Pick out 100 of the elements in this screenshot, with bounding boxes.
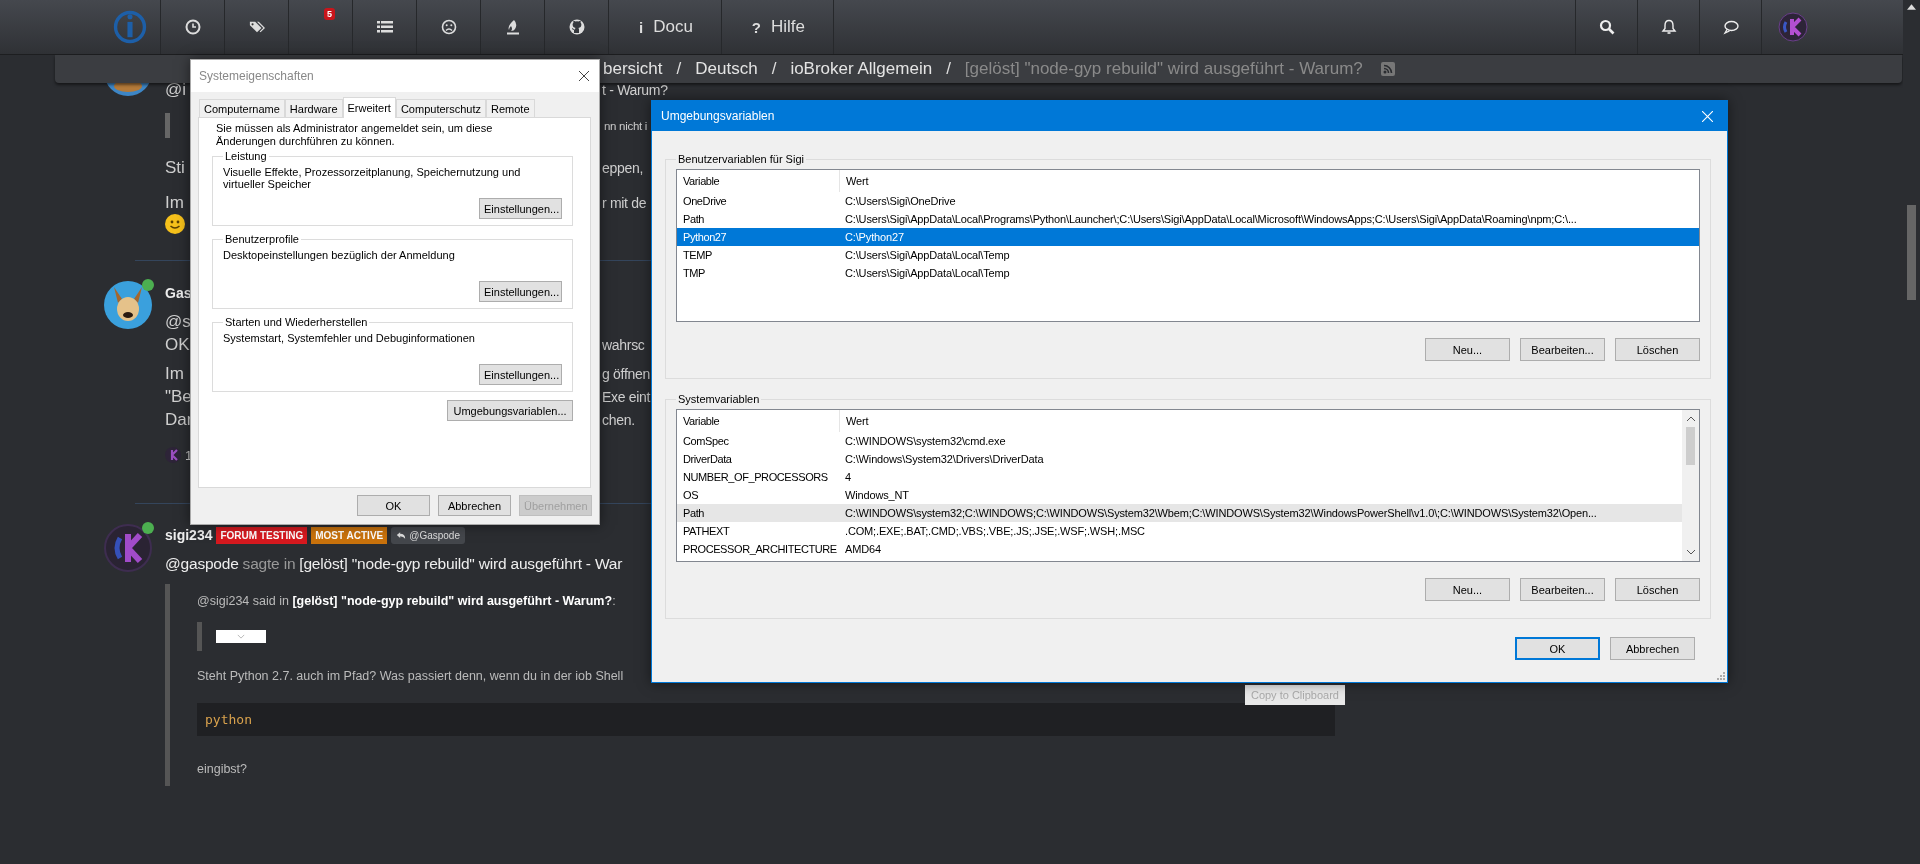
dialog-button[interactable]: OK bbox=[357, 495, 430, 516]
clock-icon[interactable] bbox=[184, 19, 201, 35]
code-block: python bbox=[197, 703, 1335, 736]
close-icon[interactable] bbox=[579, 71, 589, 81]
post-text: r mit de bbox=[602, 194, 647, 211]
post-text: wahrsc bbox=[602, 336, 645, 353]
breadcrumb-link[interactable]: Deutsch bbox=[695, 59, 758, 79]
quote-text: Steht Python 2.7. auch im Pfad? Was passiert denn, wenn du in der iob Shell bbox=[197, 669, 625, 683]
mention-link[interactable]: @gaspode bbox=[165, 555, 239, 573]
list-row[interactable]: OneDrive C:\Users\Sigi\OneDrive bbox=[677, 192, 1699, 210]
group-title: Systemvariablen bbox=[677, 393, 761, 405]
group-description: Visuelle Effekte, Prozessorzeitplanung, Speichernutzung und virtueller Speicher bbox=[223, 166, 522, 190]
list-row[interactable]: DriverData C:\Windows\System32\Drivers\DriverData bbox=[677, 450, 1682, 468]
author-name[interactable]: sigi234 bbox=[165, 527, 213, 543]
list-row[interactable]: PROCESSOR_ARCHITECTURE AMD64 bbox=[677, 540, 1682, 558]
variable-value: C:\WINDOWS\system32\cmd.exe bbox=[844, 435, 1006, 447]
post-text: OK bbox=[165, 334, 190, 354]
author-name[interactable]: Gas bbox=[165, 284, 192, 301]
user-avatar-icon[interactable] bbox=[165, 447, 181, 463]
tab[interactable]: Computername bbox=[199, 99, 285, 117]
variable-name: OS bbox=[682, 489, 700, 501]
column-header[interactable]: Wert bbox=[839, 410, 869, 432]
notification-badge: 5 bbox=[324, 8, 335, 20]
settings-button[interactable]: Einstellungen... bbox=[479, 198, 562, 219]
post-text: Dar bbox=[165, 409, 193, 429]
list-icon[interactable] bbox=[376, 19, 393, 35]
scroll-thumb[interactable] bbox=[1907, 205, 1916, 300]
user-group-badge[interactable]: MOST ACTIVE bbox=[311, 526, 388, 544]
reply-icon bbox=[396, 530, 407, 540]
chat-icon[interactable] bbox=[1722, 19, 1739, 35]
post-text: sagte in bbox=[242, 555, 296, 573]
list-row[interactable]: TEMP C:\Users\Sigi\AppData\Local\Temp bbox=[677, 246, 1699, 264]
variable-name: ComSpec bbox=[682, 435, 730, 447]
breadcrumb-link[interactable]: bersicht bbox=[603, 59, 663, 79]
tab[interactable]: Erweitert bbox=[342, 97, 396, 118]
variable-value: C:\Users\Sigi\OneDrive bbox=[844, 195, 956, 207]
post-text: Sti bbox=[165, 157, 185, 177]
environment-variables-button[interactable]: Umgebungsvariablen... bbox=[447, 400, 573, 421]
post-text: chen. bbox=[602, 411, 635, 428]
list-action-button[interactable]: Neu... bbox=[1425, 338, 1510, 361]
breadcrumb-separator: / bbox=[771, 59, 777, 79]
group-title: Benutzervariablen für Sigi bbox=[677, 153, 805, 165]
bell-icon[interactable] bbox=[1660, 19, 1677, 35]
flame-icon[interactable] bbox=[504, 19, 521, 35]
column-header[interactable]: Variable bbox=[677, 170, 839, 192]
post-text: @s bbox=[165, 311, 191, 331]
breadcrumb-current: [gelöst] "node-gyp rebuild" wird ausgeführt - Warum? bbox=[964, 59, 1363, 79]
list-action-button[interactable]: Löschen bbox=[1615, 578, 1700, 601]
settings-button[interactable]: Einstellungen... bbox=[479, 364, 562, 385]
avatar-icon[interactable] bbox=[104, 524, 152, 572]
list-action-button[interactable]: Löschen bbox=[1615, 338, 1700, 361]
list-row[interactable]: OS Windows_NT bbox=[677, 486, 1682, 504]
rss-icon[interactable] bbox=[1380, 62, 1395, 76]
settings-button[interactable]: Einstellungen... bbox=[479, 281, 562, 302]
nav-link[interactable]: ? Hilfe bbox=[721, 0, 835, 54]
post-text: "Be bbox=[165, 386, 192, 406]
group-title: Leistung bbox=[224, 150, 268, 162]
tab[interactable]: Computerschutz bbox=[395, 99, 486, 117]
list-row[interactable]: NUMBER_OF_PROCESSORS 4 bbox=[677, 468, 1682, 486]
list-row[interactable]: Path C:\WINDOWS\system32;C:\WINDOWS;C:\WINDOWS\System32\Wbem;C:\WINDOWS\System32\WindowsPowerShell\v1.0\;C:\WINDOWS\System32\Open... bbox=[677, 504, 1682, 522]
list-row[interactable]: TMP C:\Users\Sigi\AppData\Local\Temp bbox=[677, 264, 1699, 282]
variable-name: TEMP bbox=[682, 249, 713, 261]
frown-icon[interactable] bbox=[440, 19, 457, 35]
resize-grip-icon[interactable] bbox=[1715, 670, 1725, 680]
list-action-button[interactable]: Bearbeiten... bbox=[1520, 338, 1605, 361]
group-title: Starten und Wiederherstellen bbox=[224, 316, 369, 328]
list-row[interactable]: Path C:\Users\Sigi\AppData\Local\Programs\Python\Launcher\;C:\Users\Sigi\AppData\Local\Microsoft\WindowsApps;C:\Users\Sigi\AppData\Roaming\npm;C:\... bbox=[677, 210, 1699, 228]
topic-link[interactable]: [gelöst] "node-gyp rebuild" wird ausgeführt - War bbox=[299, 555, 623, 573]
list-row[interactable]: ComSpec C:\WINDOWS\system32\cmd.exe bbox=[677, 432, 1682, 450]
column-header[interactable]: Variable bbox=[677, 410, 839, 432]
list-row[interactable]: Python27 C:\Python27 bbox=[677, 228, 1699, 246]
avatar-icon[interactable] bbox=[104, 82, 152, 96]
dialog-button[interactable]: Abbrechen bbox=[438, 495, 511, 516]
user-group-badge[interactable]: FORUM TESTING bbox=[216, 526, 308, 544]
tab[interactable]: Hardware bbox=[284, 99, 343, 117]
tab[interactable]: Remote bbox=[486, 99, 535, 117]
dialog-button[interactable]: Abbrechen bbox=[1610, 637, 1695, 660]
column-header[interactable]: Wert bbox=[839, 170, 869, 192]
tags-icon[interactable] bbox=[248, 19, 265, 35]
variable-name: Path bbox=[682, 507, 706, 519]
breadcrumb-link[interactable]: ioBroker Allgemein bbox=[790, 59, 933, 79]
search-icon[interactable] bbox=[1598, 19, 1615, 35]
scroll-up-arrow-icon[interactable] bbox=[1907, 4, 1916, 10]
list-action-button[interactable]: Neu... bbox=[1425, 578, 1510, 601]
group-title: Benutzerprofile bbox=[224, 233, 300, 245]
variable-value: C:\Users\Sigi\AppData\Local\Programs\Python\Launcher\;C:\Users\Sigi\AppData\Local\Microsoft\WindowsApps;C:\Users\Sigi\AppData\Roaming\npm;C:\... bbox=[844, 213, 1577, 225]
nav-link[interactable]: i Docu bbox=[609, 0, 722, 54]
list-row[interactable]: PATHEXT .COM;.EXE;.BAT;.CMD;.VBS;.VBE;.JS;.JSE;.WSF;.WSH;.MSC bbox=[677, 522, 1682, 540]
github-icon[interactable] bbox=[568, 19, 585, 35]
list-action-button[interactable]: Bearbeiten... bbox=[1520, 578, 1605, 601]
reply-to-link[interactable]: @Gaspode bbox=[391, 526, 465, 544]
expand-toggle[interactable] bbox=[216, 630, 266, 643]
avatar-icon[interactable] bbox=[104, 281, 152, 329]
dialog-button[interactable]: OK bbox=[1515, 637, 1600, 660]
list-scrollbar[interactable] bbox=[1682, 410, 1699, 561]
avatar-icon[interactable] bbox=[1777, 12, 1808, 42]
post-text: Im bbox=[165, 192, 184, 212]
post-text: g öffnen bbox=[602, 365, 650, 382]
scroll-thumb[interactable] bbox=[1686, 427, 1695, 465]
post-text: eppen, bbox=[602, 159, 644, 176]
